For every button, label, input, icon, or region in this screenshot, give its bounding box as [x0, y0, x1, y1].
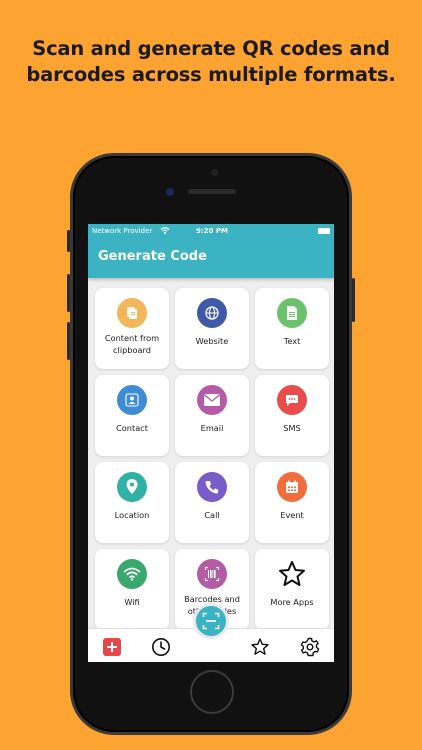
tile-label: Content from clipboard	[104, 333, 160, 355]
tile-label: Email	[200, 423, 224, 433]
promo-headline: Scan and generate QR codes and barcodes …	[0, 36, 422, 88]
volume-down-button	[67, 322, 70, 360]
app-screen: Network Provider 9:20 PM Generate Code C…	[88, 224, 334, 662]
plus-icon	[103, 638, 121, 656]
tile-text[interactable]: Text	[255, 288, 329, 369]
calendar-icon	[277, 472, 307, 502]
home-button	[190, 670, 234, 714]
tile-sms[interactable]: SMS	[255, 375, 329, 456]
tile-email[interactable]: Email	[175, 375, 249, 456]
earpiece-speaker	[188, 189, 236, 194]
person-icon	[117, 385, 147, 415]
clock-icon	[152, 638, 170, 656]
star-icon	[251, 638, 269, 655]
carrier-label: Network Provider	[92, 227, 153, 235]
tile-content-from-clipboard[interactable]: Content from clipboard	[95, 288, 169, 369]
tile-wifi[interactable]: Wifi	[95, 549, 169, 630]
tile-label: Location	[114, 510, 150, 520]
tile-label: Text	[283, 336, 301, 346]
app-bar: Generate Code	[88, 238, 334, 278]
status-bar: Network Provider 9:20 PM	[88, 224, 334, 238]
volume-up-button	[67, 274, 70, 312]
tile-website[interactable]: Website	[175, 288, 249, 369]
tile-call[interactable]: Call	[175, 462, 249, 543]
tile-location[interactable]: Location	[95, 462, 169, 543]
tile-label: Call	[204, 510, 220, 520]
tile-label: Event	[280, 510, 304, 520]
promo-line-2: barcodes across multiple formats.	[26, 63, 396, 86]
nav-history[interactable]	[150, 636, 172, 658]
proximity-sensor	[211, 169, 218, 176]
tile-event[interactable]: Event	[255, 462, 329, 543]
mute-switch	[67, 230, 70, 252]
scan-button[interactable]	[193, 603, 229, 639]
tile-more-apps[interactable]: More Apps	[255, 549, 329, 630]
gear-icon	[300, 637, 320, 657]
power-button	[352, 278, 355, 322]
nav-favorites[interactable]	[249, 636, 271, 658]
phone-frame: Network Provider 9:20 PM Generate Code C…	[67, 153, 355, 735]
chat-icon	[277, 385, 307, 415]
tile-label: Contact	[116, 423, 148, 433]
tile-label: Website	[195, 336, 229, 346]
clipboard-icon	[117, 298, 147, 328]
front-camera	[166, 188, 174, 196]
scan-icon	[202, 612, 220, 630]
page-title: Generate Code	[98, 249, 207, 264]
tile-contact[interactable]: Contact	[95, 375, 169, 456]
star-outline-icon	[277, 559, 307, 589]
status-wifi-icon	[160, 227, 170, 234]
wifi-icon	[117, 559, 147, 589]
barcode-icon	[197, 559, 227, 589]
nav-settings[interactable]	[299, 636, 321, 658]
generate-options-grid: Content from clipboard Website Text Cont…	[88, 278, 334, 630]
tile-label: SMS	[283, 423, 301, 433]
globe-icon	[197, 298, 227, 328]
envelope-icon	[197, 385, 227, 415]
status-time: 9:20 PM	[196, 227, 228, 235]
tile-label: More Apps	[270, 597, 314, 607]
document-icon	[277, 298, 307, 328]
promo-line-1: Scan and generate QR codes and	[32, 37, 390, 60]
battery-icon	[318, 228, 330, 234]
location-pin-icon	[117, 472, 147, 502]
nav-generate[interactable]	[101, 636, 123, 658]
tile-label: Wifi	[124, 597, 140, 607]
phone-icon	[197, 472, 227, 502]
